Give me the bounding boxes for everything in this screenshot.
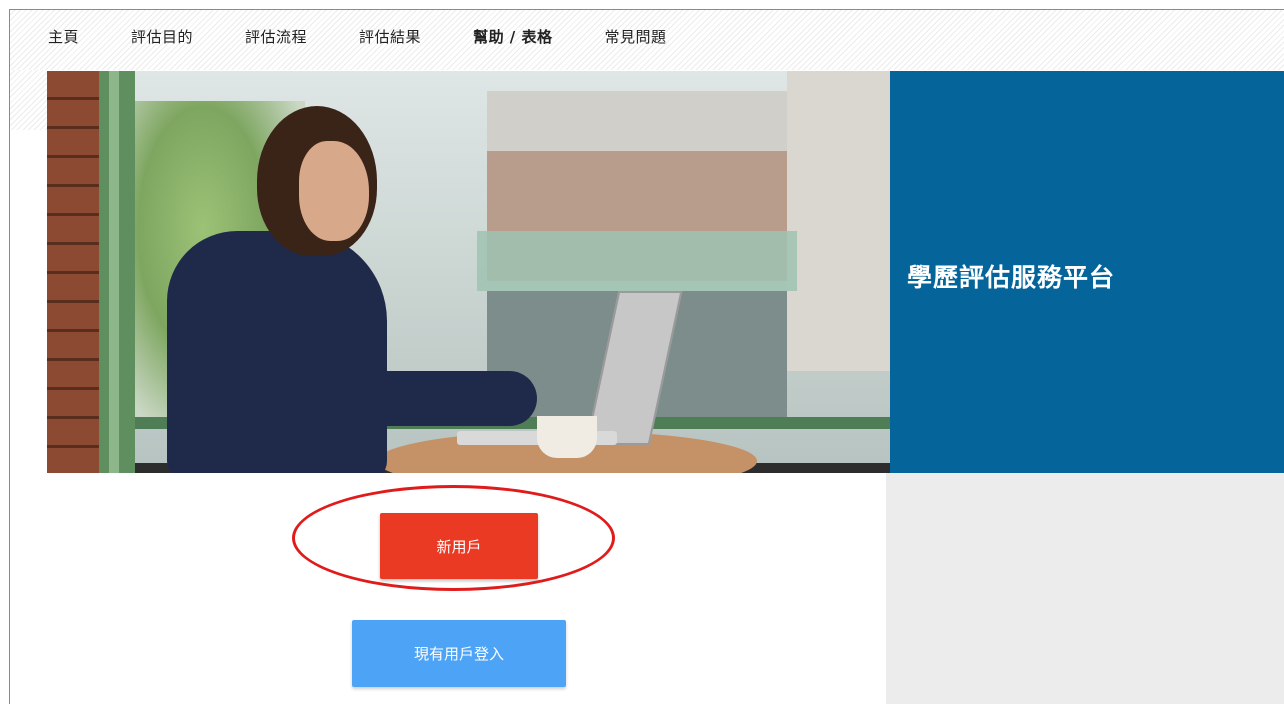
nav-item-faq[interactable]: 常見問題 [605,26,667,47]
title-panel: 學歷評估服務平台 [890,71,1284,473]
main-nav: 主頁 評估目的 評估流程 評估結果 幫助 / 表格 常見問題 [48,26,719,47]
new-user-button[interactable]: 新用戶 [380,513,538,579]
page-frame: 主頁 評估目的 評估流程 評估結果 幫助 / 表格 常見問題 學歷評估服務平台 … [9,9,1284,704]
side-panel [886,473,1284,704]
page-title: 學歷評估服務平台 [907,263,1116,292]
nav-item-process[interactable]: 評估流程 [245,26,307,47]
nav-item-help-forms[interactable]: 幫助 / 表格 [473,26,552,47]
nav-item-purpose[interactable]: 評估目的 [131,26,193,47]
nav-item-results[interactable]: 評估結果 [359,26,421,47]
hero-photo [47,71,890,473]
nav-item-home[interactable]: 主頁 [48,26,79,47]
side-pattern [10,70,47,130]
existing-user-login-button[interactable]: 現有用戶登入 [352,620,566,687]
